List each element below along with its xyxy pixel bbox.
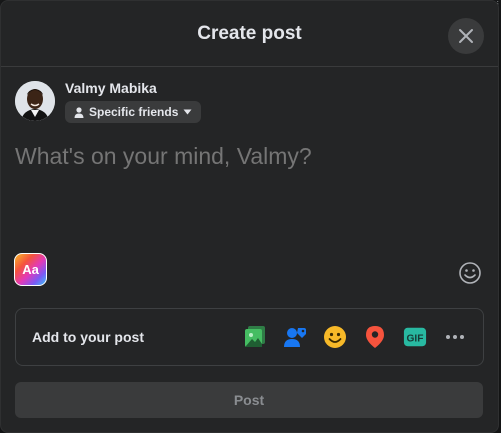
add-to-post-label: Add to your post [32,329,144,345]
photo-video-icon [245,326,265,347]
audience-label: Specific friends [89,105,179,119]
more-icon [446,335,464,339]
emoji-picker-button[interactable] [458,261,482,285]
feeling-icon [324,326,346,348]
caret-down-icon [183,109,192,115]
close-icon [459,29,473,43]
close-button[interactable] [448,18,484,54]
author-name: Valmy Mabika [65,80,157,96]
create-post-dialog: Create post Valmy Mabika Specific friend… [0,0,499,433]
post-text-input[interactable] [15,143,475,170]
more-options-button[interactable] [443,325,467,349]
author-meta: Valmy Mabika Specific friends [65,79,202,123]
dialog-title: Create post [197,22,302,44]
audience-selector[interactable]: Specific friends [65,101,202,123]
post-button-label: Post [233,392,265,408]
gif-button[interactable]: GIF [403,325,427,349]
check-in-icon [366,326,384,348]
background-picker-button[interactable]: Aa [14,253,47,286]
add-to-post-actions: GIF [243,325,467,349]
avatar[interactable] [15,81,55,121]
check-in-button[interactable] [363,325,387,349]
avatar-image [15,81,55,121]
photo-video-button[interactable] [243,325,267,349]
gif-icon: GIF [403,327,427,347]
tag-people-button[interactable] [283,325,307,349]
post-author: Valmy Mabika Specific friends [15,79,202,123]
feeling-activity-button[interactable] [323,325,347,349]
post-button[interactable]: Post [15,382,483,418]
background-picker-label: Aa [22,262,39,277]
dialog-header: Create post [1,1,498,67]
tag-people-icon [284,328,306,347]
smiley-icon [459,262,481,284]
gif-label: GIF [407,334,424,345]
add-to-post-panel: Add to your post GIF [15,308,484,366]
person-icon [74,106,84,118]
